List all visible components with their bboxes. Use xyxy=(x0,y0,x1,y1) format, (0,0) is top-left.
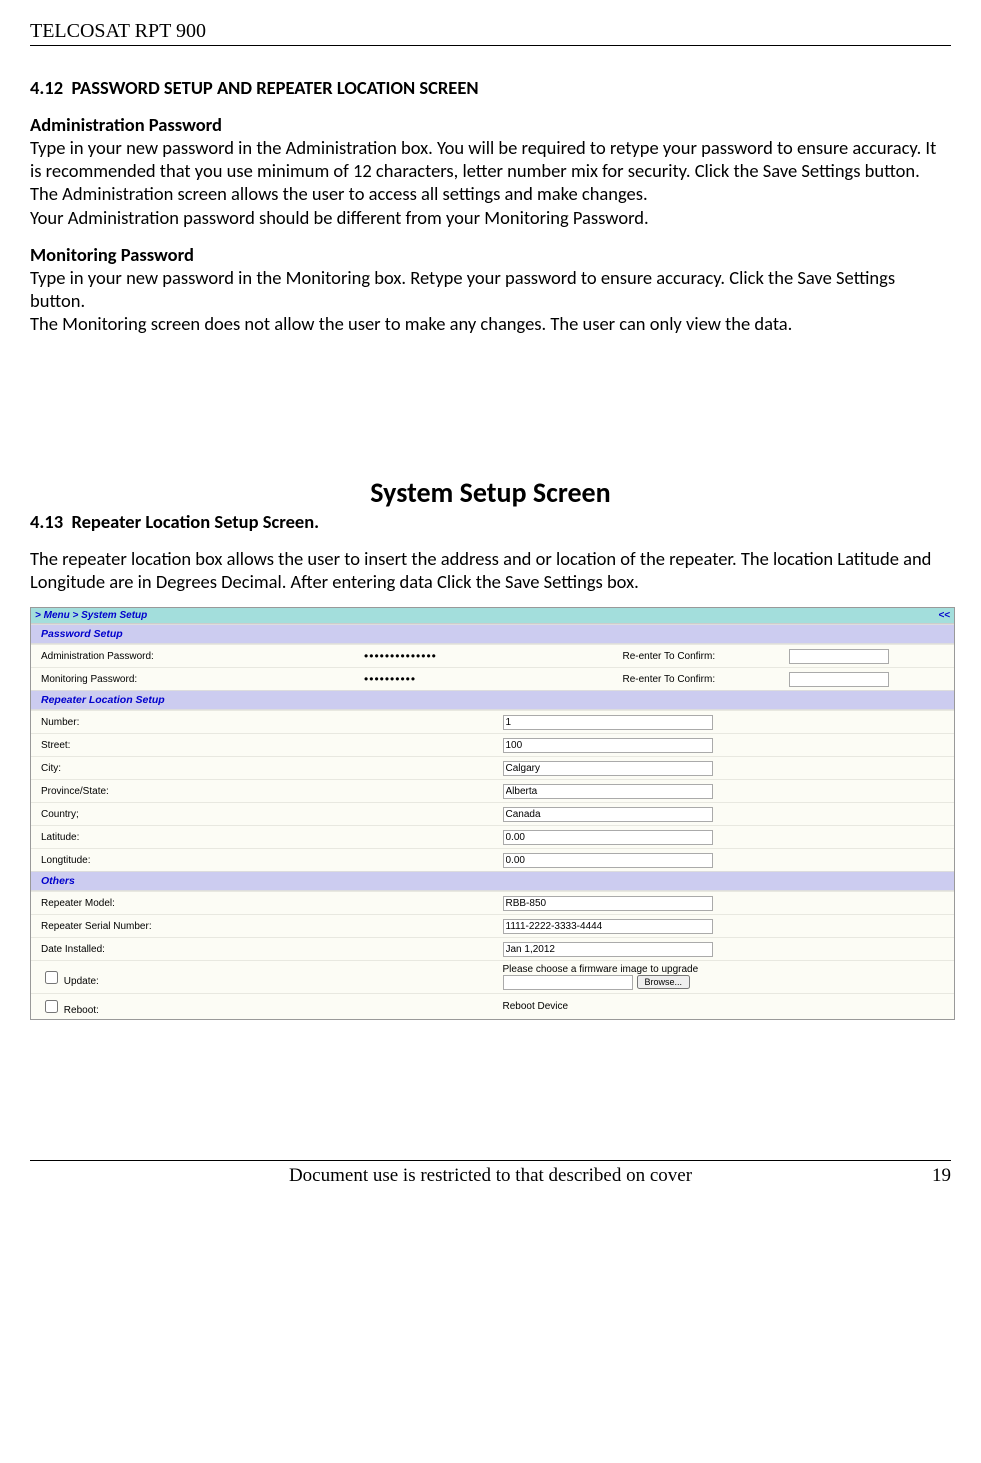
number-input[interactable] xyxy=(503,715,713,730)
header-rule xyxy=(30,45,951,46)
password-setup-header: Password Setup xyxy=(31,624,954,644)
province-label: Province/State: xyxy=(31,780,493,803)
longitude-input[interactable] xyxy=(503,853,713,868)
country-input[interactable] xyxy=(503,807,713,822)
reboot-checkbox[interactable] xyxy=(45,1000,58,1013)
system-setup-title: System Setup Screen xyxy=(30,475,951,510)
city-label: City: xyxy=(31,757,493,780)
footer-text: Document use is restricted to that descr… xyxy=(70,1165,911,1187)
city-input[interactable] xyxy=(503,761,713,776)
section-412-number: 4.12 xyxy=(30,76,63,99)
monitoring-reenter-label: Re-enter To Confirm: xyxy=(612,668,778,691)
admin-password-heading: Administration Password xyxy=(30,113,951,136)
system-setup-screenshot: > Menu > System Setup << Password Setup … xyxy=(30,607,955,1020)
reboot-text: Reboot Device xyxy=(493,994,955,1020)
update-text: Please choose a firmware image to upgrad… xyxy=(503,964,699,975)
section-413-p1: The repeater location box allows the use… xyxy=(30,547,951,593)
monitoring-password-p2: The Monitoring screen does not allow the… xyxy=(30,312,951,335)
longitude-label: Longtitude: xyxy=(31,849,493,872)
repeater-location-header: Repeater Location Setup xyxy=(31,690,954,710)
document-header: TELCOSAT RPT 900 xyxy=(30,20,951,43)
latitude-input[interactable] xyxy=(503,830,713,845)
reboot-row: Reboot: xyxy=(41,1005,99,1016)
reboot-label: Reboot: xyxy=(64,1005,99,1016)
model-label: Repeater Model: xyxy=(31,892,493,915)
monitoring-password-heading: Monitoring Password xyxy=(30,243,951,266)
admin-reenter-label: Re-enter To Confirm: xyxy=(612,645,778,668)
section-413-number: 4.13 xyxy=(30,510,63,533)
update-row: Update: xyxy=(41,976,99,987)
street-label: Street: xyxy=(31,734,493,757)
section-413-title: Repeater Location Setup Screen. xyxy=(71,510,319,533)
province-input[interactable] xyxy=(503,784,713,799)
firmware-path-input[interactable] xyxy=(503,975,633,990)
number-label: Number: xyxy=(31,711,493,734)
serial-label: Repeater Serial Number: xyxy=(31,915,493,938)
date-input[interactable] xyxy=(503,942,713,957)
country-label: Country; xyxy=(31,803,493,826)
monitoring-reenter-input[interactable] xyxy=(789,672,889,687)
update-label: Update: xyxy=(64,976,99,987)
admin-password-p1: Type in your new password in the Adminis… xyxy=(30,136,951,182)
date-label: Date Installed: xyxy=(31,938,493,961)
admin-reenter-input[interactable] xyxy=(789,649,889,664)
others-header: Others xyxy=(31,871,954,891)
monitoring-password-label: Monitoring Password: xyxy=(31,668,354,691)
model-input[interactable] xyxy=(503,896,713,911)
serial-input[interactable] xyxy=(503,919,713,934)
breadcrumb[interactable]: > Menu > System Setup xyxy=(35,610,147,621)
admin-password-value: •••••••••••••• xyxy=(354,645,612,668)
collapse-icon[interactable]: << xyxy=(938,610,950,621)
latitude-label: Latitude: xyxy=(31,826,493,849)
browse-button[interactable]: Browse... xyxy=(637,975,691,989)
section-412-title: PASSWORD SETUP AND REPEATER LOCATION SCR… xyxy=(71,76,478,99)
admin-password-p2: The Administration screen allows the use… xyxy=(30,182,951,205)
admin-password-p3: Your Administration password should be d… xyxy=(30,206,951,229)
admin-password-label: Administration Password: xyxy=(31,645,354,668)
update-checkbox[interactable] xyxy=(45,971,58,984)
street-input[interactable] xyxy=(503,738,713,753)
monitoring-password-value: •••••••••• xyxy=(354,668,612,691)
page-number: 19 xyxy=(911,1165,951,1187)
monitoring-password-p1: Type in your new password in the Monitor… xyxy=(30,266,951,312)
